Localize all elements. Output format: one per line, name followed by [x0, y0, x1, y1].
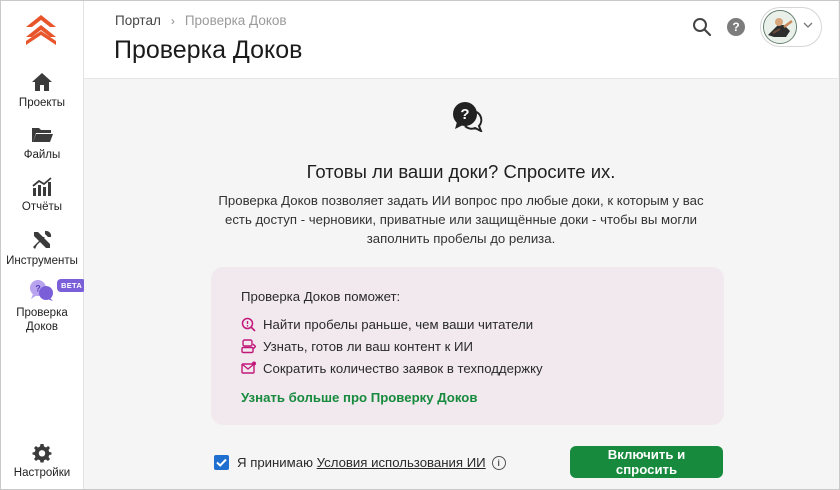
- feature-label: Найти пробелы раньше, чем ваши читатели: [263, 317, 534, 332]
- gear-icon: [32, 444, 52, 463]
- chevron-down-icon: [803, 22, 813, 28]
- sidebar-item-doc-check[interactable]: ? BETA Проверка Доков: [1, 279, 87, 334]
- chat-question-icon: ?: [453, 102, 483, 132]
- svg-text:?: ?: [460, 106, 469, 123]
- sidebar-item-projects[interactable]: Проекты: [1, 71, 83, 110]
- page-header: Портал › Проверка Доков Проверка Доков ?: [84, 1, 838, 79]
- page-title: Проверка Доков: [114, 36, 303, 64]
- avatar-image: [764, 11, 796, 43]
- breadcrumb-current: Проверка Доков: [184, 13, 287, 28]
- enable-and-ask-button[interactable]: Включить и спросить: [570, 446, 723, 478]
- magnifier-icon: [241, 317, 256, 332]
- section-heading: Готовы ли ваши доки? Спросите их.: [306, 161, 616, 182]
- breadcrumb-separator: ›: [170, 14, 175, 28]
- checkmark-icon: [216, 458, 227, 467]
- sidebar-item-reports[interactable]: Отчёты: [1, 177, 83, 214]
- breadcrumb: Портал › Проверка Доков: [115, 13, 287, 28]
- sidebar-item-label: Файлы: [23, 149, 61, 161]
- mail-icon: [241, 361, 256, 374]
- brand-logo[interactable]: [23, 12, 59, 48]
- reports-chart-icon: [32, 177, 52, 196]
- feature-item: Найти пробелы раньше, чем ваши читатели: [241, 317, 533, 333]
- ai-ready-icon: [241, 339, 257, 354]
- search-icon[interactable]: [692, 17, 712, 37]
- consent-row: Я принимаю Условия использования ИИ i: [214, 455, 506, 471]
- help-icon[interactable]: ?: [727, 18, 745, 36]
- sidebar-item-label: Настройки: [13, 467, 71, 479]
- sidebar: Проекты Файлы Отчёты Инструменты ? BETA …: [1, 1, 87, 489]
- main-content: ? Готовы ли ваши доки? Спросите их. Пров…: [84, 79, 838, 489]
- sidebar-item-label: Отчёты: [21, 201, 63, 213]
- feature-label: Узнать, готов ли ваш контент к ИИ: [263, 339, 474, 354]
- avatar: [763, 10, 797, 44]
- tools-icon: [33, 230, 52, 249]
- consent-prefix: Я принимаю: [237, 455, 313, 470]
- sidebar-item-settings[interactable]: Настройки: [1, 443, 83, 480]
- section-description: Проверка Доков позволяет задать ИИ вопро…: [218, 193, 704, 246]
- home-icon: [32, 73, 52, 91]
- beta-badge: BETA: [57, 279, 87, 292]
- user-menu[interactable]: [760, 7, 822, 47]
- sidebar-item-label: Проекты: [18, 97, 66, 109]
- chat-question-icon: ?: [30, 280, 53, 301]
- learn-more-link[interactable]: Узнать больше про Проверку Доков: [241, 390, 477, 405]
- folder-icon: [32, 128, 53, 142]
- card-title: Проверка Доков поможет:: [241, 289, 401, 304]
- info-icon[interactable]: i: [491, 455, 506, 470]
- breadcrumb-root[interactable]: Портал: [115, 13, 161, 28]
- svg-text:?: ?: [35, 284, 41, 294]
- consent-checkbox[interactable]: [214, 455, 229, 471]
- sidebar-item-label: Проверка Доков: [16, 307, 68, 333]
- sidebar-item-tools[interactable]: Инструменты: [1, 229, 83, 268]
- feature-item: Узнать, готов ли ваш контент к ИИ: [241, 339, 473, 355]
- benefits-card: Проверка Доков поможет: Найти пробелы ра…: [211, 267, 724, 425]
- terms-link[interactable]: Условия использования ИИ: [317, 455, 486, 470]
- sidebar-item-files[interactable]: Файлы: [1, 125, 83, 162]
- feature-label: Сократить количество заявок в техподдерж…: [263, 361, 543, 376]
- feature-item: Сократить количество заявок в техподдерж…: [241, 361, 543, 377]
- sidebar-item-label: Инструменты: [6, 255, 78, 267]
